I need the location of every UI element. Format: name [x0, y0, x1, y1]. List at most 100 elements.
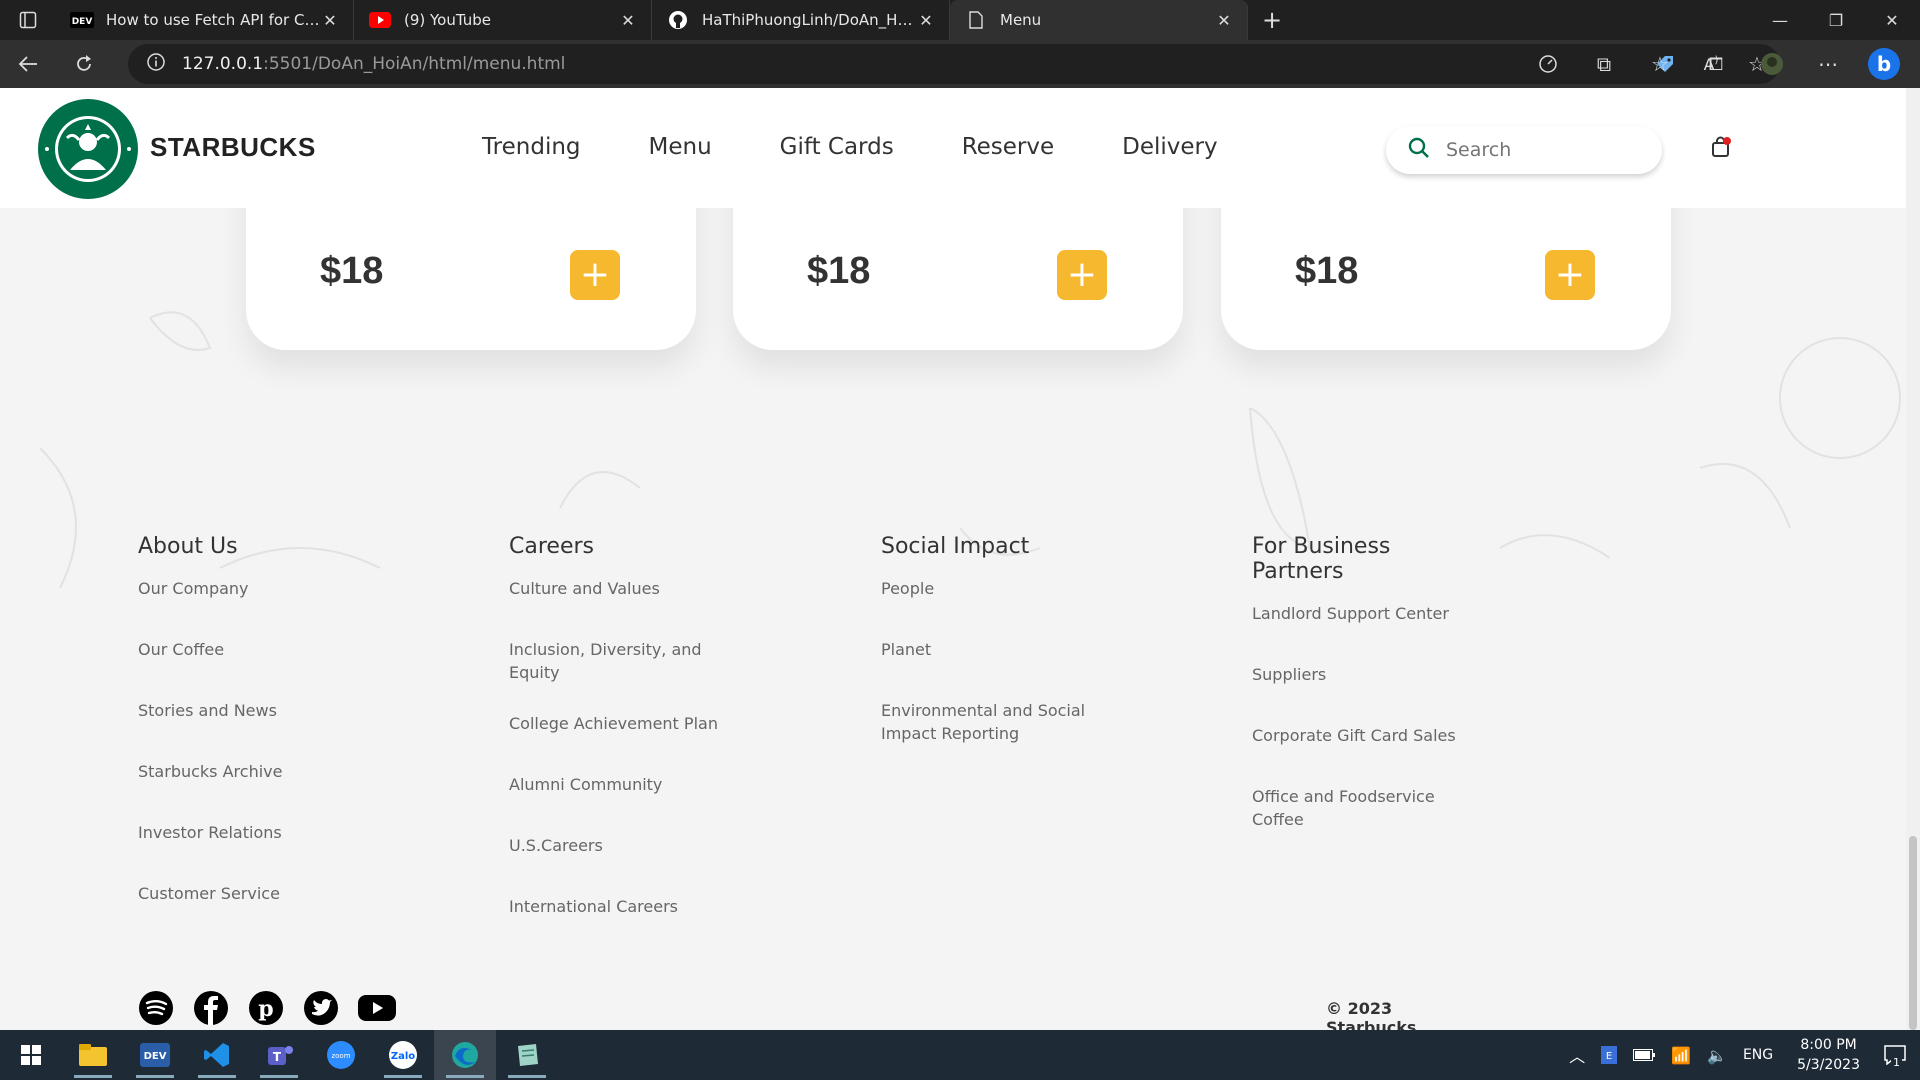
search-box[interactable]: [1386, 126, 1662, 174]
footer-link[interactable]: International Careers: [509, 895, 739, 918]
brand-name[interactable]: STARBUCKS: [150, 132, 316, 163]
search-input[interactable]: [1446, 139, 1626, 161]
battery-icon[interactable]: [1633, 1049, 1656, 1061]
restore-icon[interactable]: ❐: [1808, 0, 1864, 40]
footer-column-business-partners: For Business Partners Landlord Support C…: [1252, 534, 1482, 859]
footer-link[interactable]: Stories and News: [138, 699, 368, 722]
footer-column-careers: Careers Culture and Values Inclusion, Di…: [509, 534, 739, 956]
footer-link[interactable]: Our Coffee: [138, 638, 368, 661]
svg-text:DEV: DEV: [144, 1051, 167, 1062]
windows-start-icon[interactable]: [0, 1030, 62, 1080]
back-icon[interactable]: [0, 40, 56, 88]
footer-link[interactable]: Landlord Support Center: [1252, 602, 1482, 625]
close-tab-icon[interactable]: ✕: [1215, 11, 1233, 30]
close-tab-icon[interactable]: ✕: [321, 11, 339, 30]
add-to-cart-button[interactable]: +: [1057, 250, 1107, 300]
footer-link[interactable]: Office and Foodservice Coffee: [1252, 785, 1482, 831]
youtube-icon[interactable]: [358, 990, 413, 1026]
footer-link[interactable]: Customer Service: [138, 882, 368, 905]
pinterest-icon[interactable]: p: [248, 990, 303, 1026]
dev-icon[interactable]: DEV: [124, 1030, 186, 1080]
nav-trending[interactable]: Trending: [482, 134, 581, 160]
tab-youtube[interactable]: (9) YouTube ✕: [354, 0, 652, 40]
volume-icon[interactable]: 🔈: [1707, 1046, 1727, 1065]
performance-icon[interactable]: [1520, 54, 1576, 74]
spotify-icon[interactable]: [138, 990, 193, 1026]
wifi-icon[interactable]: 📶: [1671, 1046, 1691, 1065]
info-icon[interactable]: [146, 52, 166, 76]
tab-title: Menu: [1000, 11, 1042, 29]
minimize-icon[interactable]: —: [1752, 0, 1808, 40]
site-header: STARBUCKS Trending Menu Gift Cards Reser…: [0, 88, 1906, 208]
notes-icon[interactable]: [496, 1030, 558, 1080]
profile-avatar[interactable]: [1744, 52, 1800, 76]
github-icon: [666, 11, 690, 29]
nav-gift-cards[interactable]: Gift Cards: [780, 134, 894, 160]
svg-text:p: p: [258, 996, 273, 1022]
footer-link[interactable]: Environmental and Social Impact Reportin…: [881, 699, 1111, 745]
extensions-icon[interactable]: ⧉: [1576, 52, 1632, 76]
vscode-icon[interactable]: [186, 1030, 248, 1080]
tab-actions-icon[interactable]: [0, 0, 56, 40]
footer-link[interactable]: Alumni Community: [509, 773, 739, 796]
nav-reserve[interactable]: Reserve: [962, 134, 1054, 160]
zalo-icon[interactable]: Zalo: [372, 1030, 434, 1080]
svg-text:T: T: [273, 1050, 282, 1064]
footer-link[interactable]: College Achievement Plan: [509, 712, 739, 735]
bing-copilot-icon[interactable]: b: [1856, 47, 1912, 81]
footer-link[interactable]: U.S.Careers: [509, 834, 739, 857]
close-tab-icon[interactable]: ✕: [619, 11, 637, 30]
facebook-icon[interactable]: [193, 990, 248, 1026]
system-tray: ︿ E 📶 🔈 ENG 8:00 PM 5/3/2023 1: [1561, 1030, 1920, 1080]
youtube-icon: [368, 11, 392, 29]
close-window-icon[interactable]: ✕: [1864, 0, 1920, 40]
tab-devto[interactable]: DEV How to use Fetch API for CRUD operat…: [56, 0, 354, 40]
product-price: $18: [320, 250, 384, 292]
nav-delivery[interactable]: Delivery: [1122, 134, 1217, 160]
refresh-icon[interactable]: [56, 40, 112, 88]
clock[interactable]: 8:00 PM 5/3/2023: [1797, 1035, 1860, 1075]
twitter-icon[interactable]: [303, 990, 358, 1026]
main-nav: Trending Menu Gift Cards Reserve Deliver…: [482, 134, 1286, 160]
footer-link[interactable]: Corporate Gift Card Sales: [1252, 724, 1482, 747]
footer-link[interactable]: Inclusion, Diversity, and Equity: [509, 638, 739, 684]
nav-menu[interactable]: Menu: [649, 134, 712, 160]
chevron-up-icon[interactable]: ︿: [1569, 1043, 1585, 1067]
language-indicator[interactable]: ENG: [1743, 1047, 1773, 1063]
social-links: p: [138, 990, 413, 1026]
tab-github[interactable]: HaThiPhuongLinh/DoAn_HoiAn ✕: [652, 0, 950, 40]
footer-link[interactable]: Investor Relations: [138, 821, 368, 844]
clock-time: 8:00 PM: [1800, 1037, 1857, 1053]
favorites-icon[interactable]: ☆: [1632, 52, 1688, 76]
add-to-cart-button[interactable]: +: [570, 250, 620, 300]
scrollbar-thumb[interactable]: [1909, 836, 1917, 1030]
more-options-icon[interactable]: ⋯: [1800, 52, 1856, 76]
window-controls: — ❐ ✕: [1752, 0, 1920, 40]
tab-title: How to use Fetch API for CRUD operations: [106, 11, 321, 29]
collections-icon[interactable]: ⧠: [1688, 54, 1744, 75]
dev-icon: DEV: [70, 11, 94, 29]
zoom-icon[interactable]: zoom: [310, 1030, 372, 1080]
teams-icon[interactable]: T: [248, 1030, 310, 1080]
edge-icon[interactable]: [434, 1030, 496, 1080]
svg-text:DEV: DEV: [72, 17, 93, 27]
page-scrollbar[interactable]: [1906, 88, 1920, 1030]
add-to-cart-button[interactable]: +: [1545, 250, 1595, 300]
footer-link[interactable]: Culture and Values: [509, 577, 739, 600]
starbucks-logo[interactable]: [37, 98, 139, 200]
footer-link[interactable]: Planet: [881, 638, 1111, 661]
cart-icon[interactable]: [1710, 136, 1732, 162]
svg-text:b: b: [1877, 52, 1891, 76]
footer-link[interactable]: Suppliers: [1252, 663, 1482, 686]
svg-text:Zalo: Zalo: [391, 1051, 415, 1062]
footer-link[interactable]: People: [881, 577, 1111, 600]
tab-menu[interactable]: Menu ✕: [950, 0, 1248, 40]
footer-link[interactable]: Our Company: [138, 577, 368, 600]
footer-link[interactable]: Starbucks Archive: [138, 760, 368, 783]
svg-text:E: E: [1606, 1051, 1612, 1062]
file-explorer-icon[interactable]: [62, 1030, 124, 1080]
close-tab-icon[interactable]: ✕: [917, 11, 935, 30]
notification-icon[interactable]: 1: [1884, 1045, 1906, 1069]
new-tab-button[interactable]: +: [1248, 0, 1296, 40]
input-method-icon[interactable]: E: [1601, 1046, 1618, 1064]
